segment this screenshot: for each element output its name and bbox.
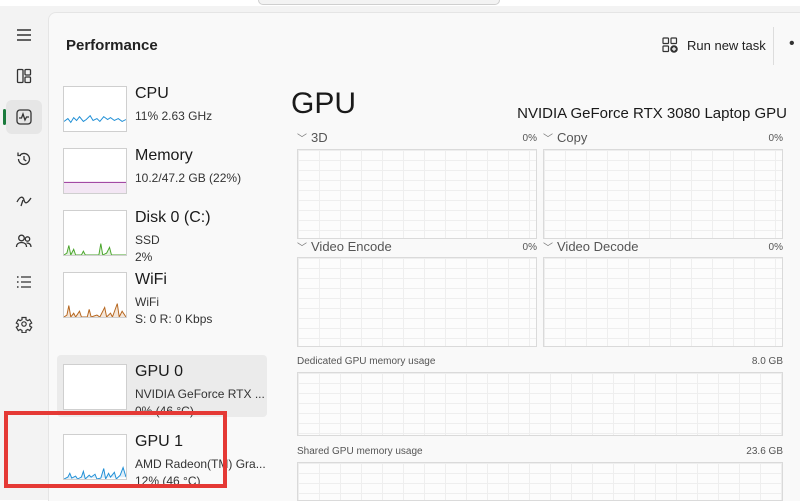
nav-users-button[interactable] xyxy=(6,224,42,258)
disk-thumbnail-line xyxy=(64,243,126,255)
nav-performance-button[interactable] xyxy=(3,100,42,134)
window-top-edge xyxy=(258,0,500,5)
engine-video-decode-graph xyxy=(543,257,783,347)
engine-copy-dropdown[interactable]: ﹀ Copy xyxy=(543,130,587,145)
app-history-icon xyxy=(17,152,31,166)
nav-details-button[interactable] xyxy=(6,265,42,299)
run-new-task-icon xyxy=(662,37,678,53)
resource-detail-2: 0% (46 °C) xyxy=(135,404,194,418)
dedicated-memory-graph xyxy=(297,372,783,436)
resource-item-cpu[interactable]: CPU 11% 2.63 GHz xyxy=(57,77,267,139)
chevron-down-icon: ﹀ xyxy=(297,134,307,145)
main-panel: Performance Run new task • CPU 11% 2.63 … xyxy=(48,12,800,501)
resource-name: Disk 0 (C:) xyxy=(135,209,211,226)
engine-value: 0% xyxy=(768,133,783,144)
gpu-1-thumbnail-line xyxy=(64,466,126,479)
task-manager-window: Performance Run new task • CPU 11% 2.63 … xyxy=(0,6,800,501)
users-icon xyxy=(15,234,32,248)
resource-detail-2: S: 0 R: 0 Kbps xyxy=(135,312,213,326)
performance-icon xyxy=(16,109,32,125)
more-options-button[interactable]: • xyxy=(789,35,796,53)
engine-label: Copy xyxy=(557,130,588,145)
run-new-task-button[interactable]: Run new task xyxy=(661,33,766,57)
resource-item-memory[interactable]: Memory 10.2/47.2 GB (22%) xyxy=(57,139,267,201)
resource-name: WiFi xyxy=(135,271,167,288)
chevron-down-icon: ﹀ xyxy=(297,243,307,254)
gpu-title: GPU xyxy=(291,87,357,120)
engine-video-encode-dropdown[interactable]: ﹀ Video Encode xyxy=(297,239,392,254)
wifi-thumbnail-graph xyxy=(63,272,127,318)
gpu-model: NVIDIA GeForce RTX 3080 Laptop GPU xyxy=(517,105,787,122)
engine-3d-graph xyxy=(297,149,537,239)
gpu-0-thumbnail-graph xyxy=(63,364,127,410)
nav-startup-apps-button[interactable] xyxy=(6,183,42,217)
chevron-down-icon: ﹀ xyxy=(543,243,553,254)
resource-name: Memory xyxy=(135,147,193,164)
engine-value: 0% xyxy=(522,133,537,144)
cpu-thumbnail-graph xyxy=(63,86,127,132)
services-icon xyxy=(15,316,33,333)
nav-app-history-button[interactable] xyxy=(6,142,42,176)
resource-detail: SSD xyxy=(135,233,160,247)
resource-detail-2: 12% (46 °C) xyxy=(135,474,201,488)
shared-memory-value: 23.6 GB xyxy=(746,446,783,457)
page-title: Performance xyxy=(66,37,158,54)
resource-detail-2: 2% xyxy=(135,250,153,264)
resource-item-gpu-1[interactable]: GPU 1 AMD Radeon(TM) Gra... 12% (46 °C) xyxy=(57,425,267,488)
resource-name: GPU 0 xyxy=(135,363,184,380)
engine-value: 0% xyxy=(768,242,783,253)
toolbar-divider xyxy=(773,27,774,65)
engine-label: Video Decode xyxy=(557,239,639,254)
resource-item-gpu-0[interactable]: GPU 0 NVIDIA GeForce RTX ... 0% (46 °C) xyxy=(57,355,267,418)
engine-3d-dropdown[interactable]: ﹀ 3D xyxy=(297,130,328,145)
resource-detail: NVIDIA GeForce RTX ... xyxy=(135,387,265,401)
processes-icon xyxy=(16,68,32,84)
engine-copy-graph xyxy=(543,149,783,239)
engine-label: Video Encode xyxy=(311,239,392,254)
memory-thumbnail-graph xyxy=(63,148,127,194)
engine-video-decode-dropdown[interactable]: ﹀ Video Decode xyxy=(543,239,638,254)
hamburger-menu-button[interactable] xyxy=(6,18,42,52)
resource-detail: 11% 2.63 GHz xyxy=(135,109,213,123)
resource-name: CPU xyxy=(135,85,169,102)
resource-detail: WiFi xyxy=(135,295,159,309)
wifi-thumbnail-line xyxy=(64,303,126,317)
engine-value: 0% xyxy=(522,242,537,253)
memory-thumbnail-fill xyxy=(64,182,126,193)
hamburger-icon xyxy=(17,29,31,41)
disk-thumbnail-graph xyxy=(63,210,127,256)
navigation-rail xyxy=(0,6,48,500)
chevron-down-icon: ﹀ xyxy=(543,134,553,145)
gpu-1-thumbnail-graph xyxy=(63,434,127,480)
nav-processes-button[interactable] xyxy=(6,59,42,93)
resource-detail: 10.2/47.2 GB (22%) xyxy=(135,171,242,185)
details-icon xyxy=(16,276,31,288)
startup-apps-icon xyxy=(16,196,32,207)
engine-video-encode-graph xyxy=(297,257,537,347)
engine-label: 3D xyxy=(311,130,328,145)
run-new-task-label: Run new task xyxy=(687,37,766,53)
dedicated-memory-label: Dedicated GPU memory usage xyxy=(297,356,436,367)
cpu-thumbnail-line xyxy=(64,114,126,124)
resource-detail: AMD Radeon(TM) Gra... xyxy=(135,457,266,471)
nav-services-button[interactable] xyxy=(6,307,42,341)
resource-item-disk[interactable]: Disk 0 (C:) SSD 2% xyxy=(57,201,267,264)
shared-memory-label: Shared GPU memory usage xyxy=(297,446,423,457)
resource-list: CPU 11% 2.63 GHz Memory 10.2/47.2 GB (22… xyxy=(57,77,267,501)
resource-name: GPU 1 xyxy=(135,433,184,450)
gpu-detail-panel: GPU NVIDIA GeForce RTX 3080 Laptop GPU ﹀… xyxy=(285,77,795,501)
dedicated-memory-value: 8.0 GB xyxy=(751,356,783,367)
resource-item-wifi[interactable]: WiFi WiFi S: 0 R: 0 Kbps xyxy=(57,263,267,326)
shared-memory-graph xyxy=(297,462,783,501)
